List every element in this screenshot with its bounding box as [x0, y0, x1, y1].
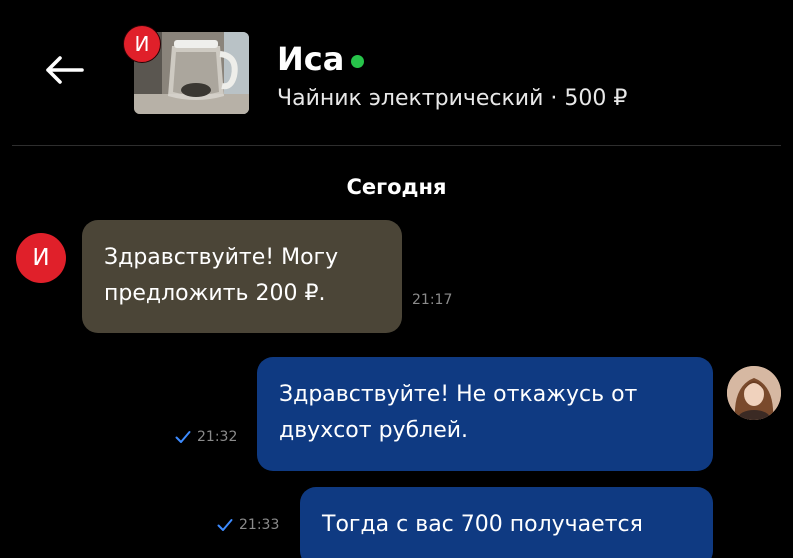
listing-title-price[interactable]: Чайник электрический · 500 ₽	[277, 84, 627, 114]
arrow-left-icon	[46, 56, 84, 84]
check-icon	[175, 431, 191, 443]
outgoing-message-bubble[interactable]: Здравствуйте! Не откажусь от двухсот руб…	[257, 357, 713, 471]
back-button[interactable]	[40, 46, 88, 94]
message-time: 21:32	[197, 429, 238, 445]
chat-screen: И Иса Чайник электрический · 500 ₽ Сегод…	[0, 0, 793, 558]
message-time: 21:33	[239, 517, 280, 533]
message-time-status: 21:33	[217, 516, 279, 534]
sender-avatar[interactable]: И	[16, 233, 66, 283]
message-time: 21:17	[412, 292, 453, 308]
user-photo	[727, 366, 781, 420]
outgoing-message-bubble[interactable]: Тогда с вас 700 получается	[300, 487, 713, 558]
date-separator: Сегодня	[346, 175, 447, 199]
user-avatar[interactable]	[727, 366, 781, 420]
header-divider	[12, 145, 781, 146]
online-status-indicator	[351, 55, 364, 68]
contact-name[interactable]: Иса	[277, 38, 344, 80]
chat-header: И Иса Чайник электрический · 500 ₽	[0, 0, 793, 146]
message-time-status: 21:32	[175, 428, 237, 446]
seller-avatar-badge: И	[123, 25, 161, 63]
check-icon	[217, 519, 233, 531]
incoming-message-bubble[interactable]: Здравствуйте! Могу предложить 200 ₽.	[82, 220, 402, 333]
